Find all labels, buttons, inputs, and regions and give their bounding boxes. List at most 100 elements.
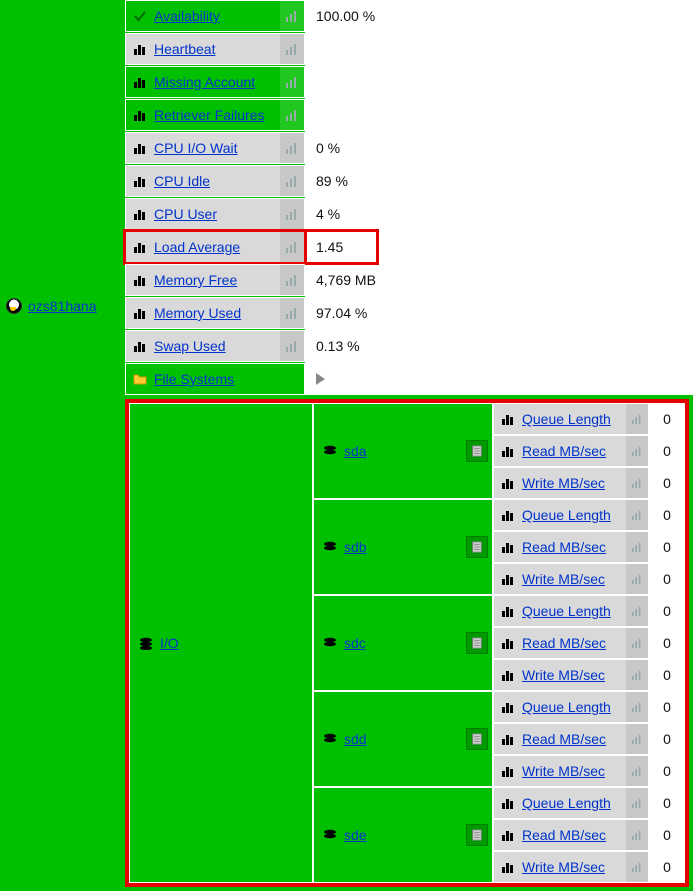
io-metric-label[interactable]: Read MB/sec <box>522 443 606 459</box>
disk-label[interactable]: sda <box>344 443 367 459</box>
metric-file_systems[interactable]: File Systems <box>125 363 305 395</box>
chart-button[interactable] <box>626 436 648 466</box>
io-metric-read-mb-sec[interactable]: Read MB/sec <box>493 531 649 563</box>
chart-button[interactable] <box>626 820 648 850</box>
metric-label[interactable]: Load Average <box>154 239 240 255</box>
metric-label[interactable]: Availability <box>154 8 220 24</box>
disk-sdd[interactable]: sdd <box>313 691 493 787</box>
disk-label[interactable]: sdc <box>344 635 366 651</box>
disk-label[interactable]: sdb <box>344 539 367 555</box>
chart-button[interactable] <box>626 788 648 818</box>
io-metric-write-mb-sec[interactable]: Write MB/sec <box>493 851 649 883</box>
chart-button[interactable] <box>626 500 648 530</box>
io-metric-label[interactable]: Write MB/sec <box>522 667 605 683</box>
io-metric-label[interactable]: Queue Length <box>522 603 611 619</box>
disk-label[interactable]: sdd <box>344 731 367 747</box>
chart-button[interactable] <box>280 166 304 196</box>
metric-label[interactable]: File Systems <box>154 371 234 387</box>
disk-sda[interactable]: sda <box>313 403 493 499</box>
metric-label[interactable]: Retriever Failures <box>154 107 264 123</box>
chart-button[interactable] <box>280 34 304 64</box>
metric-memory_used[interactable]: Memory Used <box>125 297 305 329</box>
io-metric-queue-length[interactable]: Queue Length <box>493 787 649 819</box>
chart-button[interactable] <box>626 852 648 882</box>
io-metric-label[interactable]: Write MB/sec <box>522 859 605 875</box>
metric-label[interactable]: Swap Used <box>154 338 226 354</box>
metric-load_average[interactable]: Load Average <box>125 231 305 263</box>
chart-button[interactable] <box>626 724 648 754</box>
disk-label[interactable]: sde <box>344 827 367 843</box>
io-metric-label[interactable]: Write MB/sec <box>522 475 605 491</box>
chart-button[interactable] <box>280 133 304 163</box>
metric-label[interactable]: Heartbeat <box>154 41 215 57</box>
chart-button[interactable] <box>626 756 648 786</box>
metric-label[interactable]: CPU I/O Wait <box>154 140 238 156</box>
chart-button[interactable] <box>626 532 648 562</box>
io-metric-write-mb-sec[interactable]: Write MB/sec <box>493 467 649 499</box>
io-metric-label[interactable]: Queue Length <box>522 795 611 811</box>
chart-button[interactable] <box>626 692 648 722</box>
disk-sde[interactable]: sde <box>313 787 493 883</box>
metric-heartbeat[interactable]: Heartbeat <box>125 33 305 65</box>
io-metric-write-mb-sec[interactable]: Write MB/sec <box>493 659 649 691</box>
chart-button[interactable] <box>626 468 648 498</box>
metric-availability[interactable]: Availability <box>125 0 305 32</box>
metric-memory_free[interactable]: Memory Free <box>125 264 305 296</box>
io-metric-label[interactable]: Read MB/sec <box>522 635 606 651</box>
chart-button[interactable] <box>280 199 304 229</box>
io-metric-write-mb-sec[interactable]: Write MB/sec <box>493 563 649 595</box>
chart-button[interactable] <box>626 660 648 690</box>
io-metric-label[interactable]: Write MB/sec <box>522 571 605 587</box>
chart-button[interactable] <box>626 564 648 594</box>
chart-button[interactable] <box>280 67 304 97</box>
metric-label[interactable]: Memory Free <box>154 272 237 288</box>
disk-details-button[interactable] <box>466 632 488 654</box>
metric-label[interactable]: CPU User <box>154 206 217 222</box>
io-metric-label[interactable]: Read MB/sec <box>522 731 606 747</box>
chart-button[interactable] <box>626 628 648 658</box>
metric-cpu_user[interactable]: CPU User <box>125 198 305 230</box>
host-name[interactable]: ozs81hana <box>28 298 97 314</box>
chart-button[interactable] <box>626 404 648 434</box>
metric-cpu_io_wait[interactable]: CPU I/O Wait <box>125 132 305 164</box>
disk-details-button[interactable] <box>466 728 488 750</box>
io-metric-label[interactable]: Write MB/sec <box>522 763 605 779</box>
io-metric-label[interactable]: Read MB/sec <box>522 539 606 555</box>
chart-button[interactable] <box>280 232 304 262</box>
chart-button[interactable] <box>280 298 304 328</box>
io-metric-read-mb-sec[interactable]: Read MB/sec <box>493 819 649 851</box>
disk-details-button[interactable] <box>466 440 488 462</box>
chart-button[interactable] <box>280 1 304 31</box>
io-metric-label[interactable]: Queue Length <box>522 507 611 523</box>
disk-details-button[interactable] <box>466 824 488 846</box>
io-metric-label[interactable]: Queue Length <box>522 699 611 715</box>
chart-button[interactable] <box>280 265 304 295</box>
metric-swap_used[interactable]: Swap Used <box>125 330 305 362</box>
io-metric-queue-length[interactable]: Queue Length <box>493 499 649 531</box>
disk-sdb[interactable]: sdb <box>313 499 493 595</box>
io-metric-read-mb-sec[interactable]: Read MB/sec <box>493 435 649 467</box>
io-metric-queue-length[interactable]: Queue Length <box>493 403 649 435</box>
io-metric-write-mb-sec[interactable]: Write MB/sec <box>493 755 649 787</box>
expand-arrow-icon[interactable] <box>316 373 325 385</box>
disk-sdc[interactable]: sdc <box>313 595 493 691</box>
io-metric-queue-length[interactable]: Queue Length <box>493 595 649 627</box>
io-metric-label[interactable]: Queue Length <box>522 411 611 427</box>
chart-button[interactable] <box>280 100 304 130</box>
io-metric-label[interactable]: Read MB/sec <box>522 827 606 843</box>
metric-label[interactable]: CPU Idle <box>154 173 210 189</box>
io-group-cell[interactable]: I/O <box>129 403 313 883</box>
chart-button[interactable] <box>280 331 304 361</box>
io-metric-read-mb-sec[interactable]: Read MB/sec <box>493 723 649 755</box>
metric-cpu_idle[interactable]: CPU Idle <box>125 165 305 197</box>
host-row[interactable]: ozs81hana <box>0 290 125 322</box>
io-metric-queue-length[interactable]: Queue Length <box>493 691 649 723</box>
metric-label[interactable]: Memory Used <box>154 305 241 321</box>
metric-missing_account[interactable]: Missing Account <box>125 66 305 98</box>
chart-button[interactable] <box>626 596 648 626</box>
io-group-label[interactable]: I/O <box>160 635 179 651</box>
metric-label[interactable]: Missing Account <box>154 74 255 90</box>
metric-retriever_failures[interactable]: Retriever Failures <box>125 99 305 131</box>
disk-details-button[interactable] <box>466 536 488 558</box>
io-metric-read-mb-sec[interactable]: Read MB/sec <box>493 627 649 659</box>
